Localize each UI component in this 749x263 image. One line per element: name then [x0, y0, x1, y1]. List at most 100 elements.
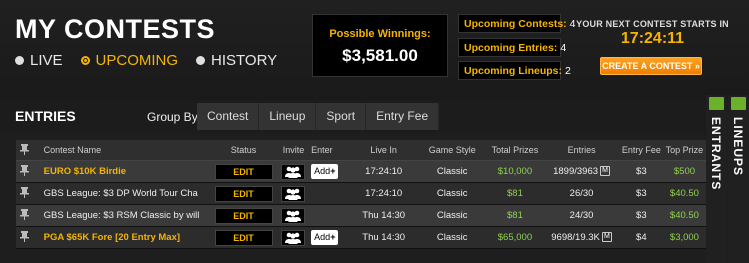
entries-count: 24/30 — [569, 210, 594, 221]
radio-icon — [196, 56, 206, 65]
radio-icon — [15, 56, 24, 65]
tab-upcoming[interactable]: UPCOMING — [80, 52, 179, 69]
tab-label: HISTORY — [211, 52, 278, 69]
group-by-lineup[interactable]: Lineup — [259, 103, 317, 130]
stat-label: Upcoming Lineups: — [464, 65, 562, 77]
people-icon — [284, 166, 302, 181]
side-tab-label: LINEUPS — [731, 117, 745, 177]
total-prizes: $81 — [507, 210, 523, 221]
table-row: PGA $65K Fore [20 Entry Max] EDIT Add+ Thu … — [16, 227, 706, 249]
pin-icon — [16, 143, 34, 157]
entries-table: Contest Name Status Invite Enter Live In… — [16, 140, 706, 249]
radio-selected-icon — [80, 56, 90, 65]
next-contest-label: YOUR NEXT CONTEST STARTS IN — [576, 19, 729, 29]
upcoming-contests-stat: Upcoming Contests: 4 — [458, 14, 576, 33]
add-entry-button[interactable]: Add+ — [311, 230, 339, 245]
game-style: Classic — [436, 210, 468, 221]
total-prizes: $81 — [507, 188, 523, 199]
live-in: Thu 14:30 — [362, 232, 406, 243]
table-body: EURO $10K Birdie EDIT Add+ 17:24:10 Classic $… — [16, 161, 706, 249]
col-game-style: Game Style — [428, 145, 476, 155]
multi-entry-badge: M — [601, 232, 612, 243]
table-row: EURO $10K Birdie EDIT Add+ 17:24:10 Classic $… — [16, 161, 706, 183]
entries-count: 1899/3963 — [553, 166, 599, 177]
col-top-prize: Top Prize — [665, 145, 704, 155]
contest-name[interactable]: GBS League: $3 RSM Classic by will — [34, 210, 209, 221]
edit-button[interactable]: EDIT — [214, 185, 273, 202]
col-status: Status — [230, 145, 257, 155]
edit-button[interactable]: EDIT — [214, 229, 273, 246]
tab-label: LIVE — [30, 52, 63, 69]
invite-button[interactable] — [281, 163, 306, 181]
entrants-side-tab[interactable]: ENTRANTS — [706, 95, 727, 263]
contest-name[interactable]: EURO $10K Birdie — [34, 166, 209, 177]
col-entries: Entries — [567, 145, 596, 155]
stat-value: 4 — [560, 42, 567, 54]
upcoming-entries-stat: Upcoming Entries: 4 — [458, 38, 566, 57]
pin-icon[interactable] — [16, 230, 34, 245]
people-icon — [284, 188, 302, 203]
invite-button[interactable] — [281, 185, 306, 203]
group-by-sport[interactable]: Sport — [316, 103, 367, 130]
col-enter: Enter — [311, 145, 333, 155]
table-row: GBS League: $3 RSM Classic by will EDIT Th… — [16, 205, 706, 227]
col-entry-fee: Entry Fee — [621, 145, 661, 155]
group-by-contest[interactable]: Contest — [197, 103, 260, 130]
page-title: MY CONTESTS — [15, 14, 216, 44]
col-contest-name: Contest Name — [43, 145, 102, 155]
entries-count: 26/30 — [569, 188, 594, 199]
group-by-label: Group By: — [147, 110, 202, 124]
entries-toolbar: ENTRIES Group By: Contest Lineup Sport E… — [0, 100, 706, 133]
expand-icon — [731, 97, 746, 110]
people-icon — [284, 210, 302, 225]
entry-fee: $3 — [636, 166, 647, 177]
invite-button[interactable] — [281, 229, 306, 247]
edit-button[interactable]: EDIT — [214, 207, 273, 224]
group-by-entry-fee[interactable]: Entry Fee — [366, 103, 440, 130]
pin-icon[interactable] — [16, 186, 34, 201]
contest-tabs: LIVE UPCOMING HISTORY — [15, 52, 277, 69]
expand-icon — [709, 97, 724, 110]
invite-button[interactable] — [281, 207, 306, 225]
game-style: Classic — [436, 188, 468, 199]
contest-name[interactable]: GBS League: $3 DP World Tour Cha — [34, 188, 209, 199]
table-header: Contest Name Status Invite Enter Live In… — [16, 140, 706, 161]
lineups-side-tab[interactable]: LINEUPS — [728, 95, 749, 263]
game-style: Classic — [436, 166, 468, 177]
page-header: MY CONTESTS LIVE UPCOMING HISTORY Possib… — [0, 0, 749, 100]
entry-fee: $3 — [636, 188, 647, 199]
multi-entry-badge: M — [600, 166, 611, 177]
top-prize: $40.50 — [669, 188, 699, 199]
side-tab-label: ENTRANTS — [709, 117, 723, 191]
live-in: Thu 14:30 — [362, 210, 406, 221]
total-prizes: $10,000 — [497, 166, 533, 177]
top-prize: $3,000 — [669, 232, 699, 243]
table-row: GBS League: $3 DP World Tour Cha EDIT 17:2… — [16, 183, 706, 205]
people-icon — [284, 232, 302, 247]
entry-fee: $3 — [636, 210, 647, 221]
upcoming-lineups-stat: Upcoming Lineups: 2 — [458, 61, 571, 80]
col-invite: Invite — [282, 145, 305, 155]
top-prize: $500 — [673, 166, 696, 177]
add-entry-button[interactable]: Add+ — [311, 164, 339, 179]
stat-value: 2 — [565, 65, 571, 77]
entries-count: 9698/19.3K — [551, 232, 600, 243]
col-live-in: Live In — [370, 145, 397, 155]
total-prizes: $65,000 — [497, 232, 533, 243]
possible-winnings-panel: Possible Winnings: $3,581.00 — [312, 14, 448, 77]
pin-icon[interactable] — [16, 164, 34, 179]
stat-label: Upcoming Entries: — [464, 42, 558, 54]
col-total-prizes: Total Prizes — [491, 145, 539, 155]
create-contest-button[interactable]: CREATE A CONTEST » — [600, 57, 702, 75]
contest-name[interactable]: PGA $65K Fore [20 Entry Max] — [34, 232, 209, 243]
edit-button[interactable]: EDIT — [214, 163, 273, 180]
stat-label: Upcoming Contests: — [464, 18, 567, 30]
next-contest-countdown: 17:24:11 — [620, 30, 685, 47]
tab-live[interactable]: LIVE — [15, 52, 63, 69]
game-style: Classic — [436, 232, 468, 243]
pin-icon[interactable] — [16, 208, 34, 223]
tab-label: UPCOMING — [95, 52, 179, 69]
live-in: 17:24:10 — [365, 166, 403, 177]
add-label: Add — [314, 232, 331, 242]
tab-history[interactable]: HISTORY — [196, 52, 277, 69]
